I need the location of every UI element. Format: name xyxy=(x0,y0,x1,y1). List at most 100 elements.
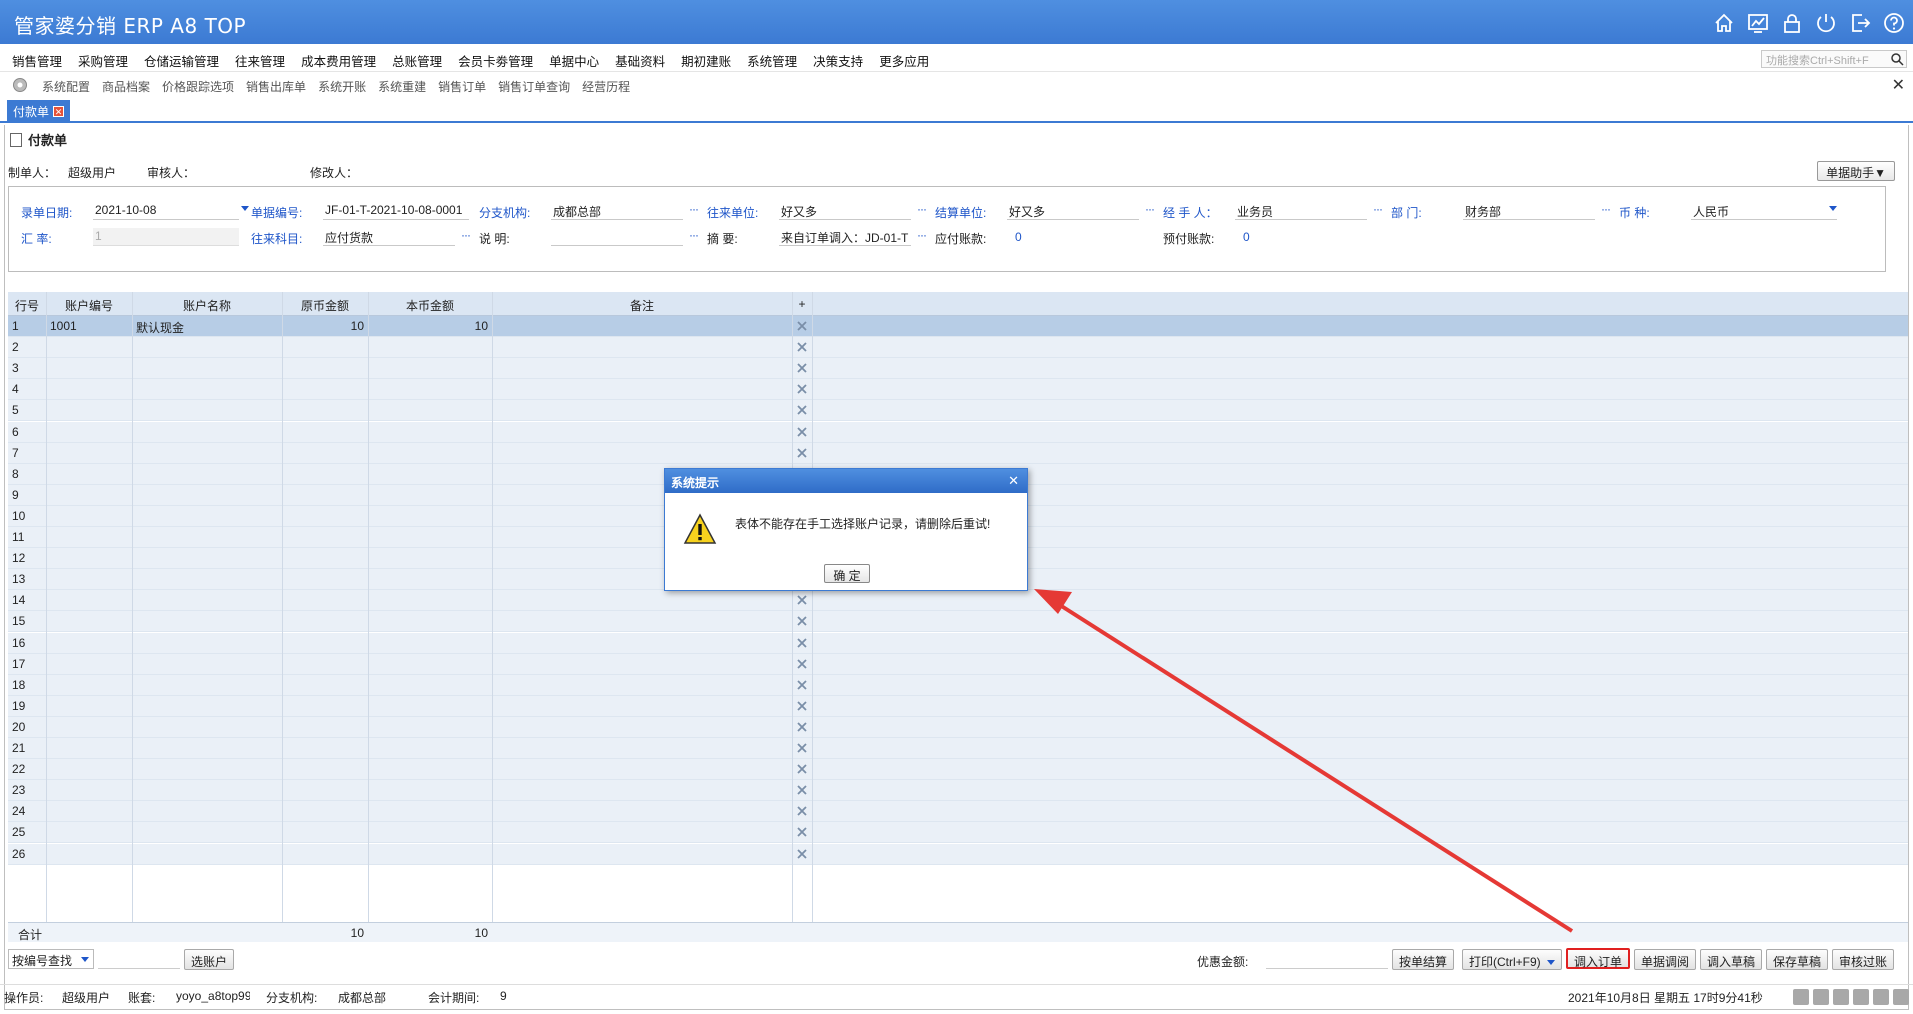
tab-close-icon[interactable]: ✕ xyxy=(53,106,65,117)
quick-link[interactable]: 价格跟踪选项 xyxy=(162,78,234,95)
settle-input[interactable]: 好又多 xyxy=(1007,202,1139,220)
delete-row-icon[interactable] xyxy=(797,426,807,437)
table-row[interactable]: 16 xyxy=(8,632,1908,654)
delete-row-icon[interactable] xyxy=(797,743,807,753)
settle-browse-button[interactable]: ··· xyxy=(1145,202,1155,216)
audit-post-button[interactable]: 审核过账 xyxy=(1832,949,1895,970)
delete-row-icon[interactable] xyxy=(797,405,807,416)
branch-input[interactable]: 成都总部 xyxy=(551,202,683,220)
menu-item[interactable]: 往来管理 xyxy=(235,51,285,70)
delete-row-icon[interactable] xyxy=(797,384,807,394)
local-amount-cell[interactable]: 10 xyxy=(368,319,488,333)
quick-link[interactable]: 系统开账 xyxy=(318,78,366,95)
delete-row-icon[interactable] xyxy=(797,848,807,859)
table-row[interactable]: 18 xyxy=(8,674,1908,696)
table-row[interactable]: 20 xyxy=(8,716,1908,738)
account-name-cell[interactable]: 默认现金 xyxy=(136,319,282,336)
menu-item[interactable]: 单据中心 xyxy=(549,51,599,70)
menu-item[interactable]: 总账管理 xyxy=(392,51,442,70)
menu-item[interactable]: 期初建账 xyxy=(681,51,731,70)
branch-browse-button[interactable]: ··· xyxy=(689,202,699,216)
grid-icon[interactable] xyxy=(1853,989,1869,1005)
delete-row-icon[interactable] xyxy=(797,806,807,816)
currency-input[interactable]: 人民币 xyxy=(1691,202,1837,220)
menu-item[interactable]: 成本费用管理 xyxy=(301,51,376,70)
menu-item[interactable]: 系统管理 xyxy=(747,51,797,70)
import-draft-button[interactable]: 调入草稿 xyxy=(1700,949,1763,970)
partner-browse-button[interactable]: ··· xyxy=(917,202,927,216)
dialog-close-icon[interactable]: ✕ xyxy=(1008,473,1019,489)
delete-row-icon[interactable] xyxy=(797,764,807,774)
table-row[interactable]: 19 xyxy=(8,695,1908,717)
table-row[interactable]: 24 xyxy=(8,801,1908,823)
table-row[interactable]: 21 xyxy=(8,738,1908,759)
home-icon[interactable] xyxy=(1713,12,1735,34)
menu-item[interactable]: 基础资料 xyxy=(615,51,665,70)
settle-by-order-button[interactable]: 按单结算 xyxy=(1392,949,1455,970)
table-row[interactable]: 22 xyxy=(8,759,1908,781)
table-row[interactable]: 1 1001 默认现金 10 10 xyxy=(8,316,1908,337)
function-search-input[interactable]: 功能搜索Ctrl+Shift+F xyxy=(1761,50,1907,68)
search-mode-select[interactable]: 按编号查找 xyxy=(8,949,94,969)
quick-link[interactable]: 销售出库单 xyxy=(246,78,306,95)
subject-input[interactable]: 应付货款 xyxy=(323,228,455,246)
search-input[interactable] xyxy=(98,949,180,969)
delete-row-icon[interactable] xyxy=(797,680,807,690)
logout-icon[interactable] xyxy=(1849,12,1871,34)
dept-input[interactable]: 财务部 xyxy=(1463,202,1595,220)
clipboard-icon[interactable] xyxy=(1813,989,1829,1005)
dept-browse-button[interactable]: ··· xyxy=(1601,202,1611,216)
table-row[interactable]: 6 xyxy=(8,421,1908,443)
quick-link[interactable]: 经营历程 xyxy=(582,78,630,95)
handler-input[interactable]: 业务员 xyxy=(1235,202,1367,220)
orig-amount-cell[interactable]: 10 xyxy=(282,319,364,333)
table-row[interactable]: 15 xyxy=(8,611,1908,633)
note-icon[interactable] xyxy=(1833,989,1849,1005)
save-draft-button[interactable]: 保存草稿 xyxy=(1766,949,1829,970)
partner-input[interactable]: 好又多 xyxy=(779,202,911,220)
summary-browse-button[interactable]: ··· xyxy=(917,228,927,242)
delete-row-icon[interactable] xyxy=(797,342,807,352)
print-button[interactable]: 打印(Ctrl+F9) xyxy=(1462,949,1562,970)
rate-input[interactable]: 1 xyxy=(93,228,239,246)
delete-row-icon[interactable] xyxy=(797,321,807,331)
table-row[interactable]: 25 xyxy=(8,822,1908,844)
power-icon[interactable] xyxy=(1815,12,1837,34)
tab-payment-voucher[interactable]: 付款单 ✕ xyxy=(7,100,71,122)
delete-row-icon[interactable] xyxy=(797,595,807,605)
help-icon[interactable] xyxy=(1883,12,1905,34)
col-header-add[interactable]: + xyxy=(792,297,812,311)
quick-link[interactable]: 系统配置 xyxy=(42,78,90,95)
table-row[interactable]: 26 xyxy=(8,843,1908,865)
docno-input[interactable]: JF-01-T-2021-10-08-0001 xyxy=(323,202,469,220)
delete-row-icon[interactable] xyxy=(797,363,807,373)
layout-icon[interactable] xyxy=(1873,989,1889,1005)
remark-browse-button[interactable]: ··· xyxy=(689,228,699,242)
delete-row-icon[interactable] xyxy=(797,447,807,458)
menu-item[interactable]: 仓储运输管理 xyxy=(144,51,219,70)
currency-dropdown-icon[interactable] xyxy=(1829,206,1837,211)
close-icon[interactable]: ✕ xyxy=(1892,75,1905,95)
select-account-button[interactable]: 选账户 xyxy=(184,949,235,970)
menu-item[interactable]: 决策支持 xyxy=(813,51,863,70)
table-row[interactable]: 7 xyxy=(8,442,1908,464)
summary-input[interactable]: 来自订单调入：JD-01-T xyxy=(779,228,911,246)
search-icon[interactable] xyxy=(1890,52,1904,66)
delete-row-icon[interactable] xyxy=(797,827,807,838)
menu-item[interactable]: 更多应用 xyxy=(879,51,929,70)
ok-button[interactable]: 确 定 xyxy=(824,564,870,583)
table-row[interactable]: 14 xyxy=(8,590,1908,612)
table-row[interactable]: 2 xyxy=(8,337,1908,359)
quick-link[interactable]: 系统重建 xyxy=(378,78,426,95)
menu-item[interactable]: 会员卡劵管理 xyxy=(458,51,533,70)
quick-link[interactable]: 销售订单 xyxy=(438,78,486,95)
table-row[interactable]: 23 xyxy=(8,780,1908,802)
subject-browse-button[interactable]: ··· xyxy=(461,228,471,242)
delete-row-icon[interactable] xyxy=(797,616,807,627)
date-dropdown-icon[interactable] xyxy=(241,206,249,211)
menu-item[interactable]: 采购管理 xyxy=(78,51,128,70)
remark-input[interactable] xyxy=(551,228,683,246)
date-input[interactable]: 2021-10-08 xyxy=(93,202,239,220)
table-row[interactable]: 5 xyxy=(8,400,1908,422)
gear-icon[interactable] xyxy=(12,77,28,93)
